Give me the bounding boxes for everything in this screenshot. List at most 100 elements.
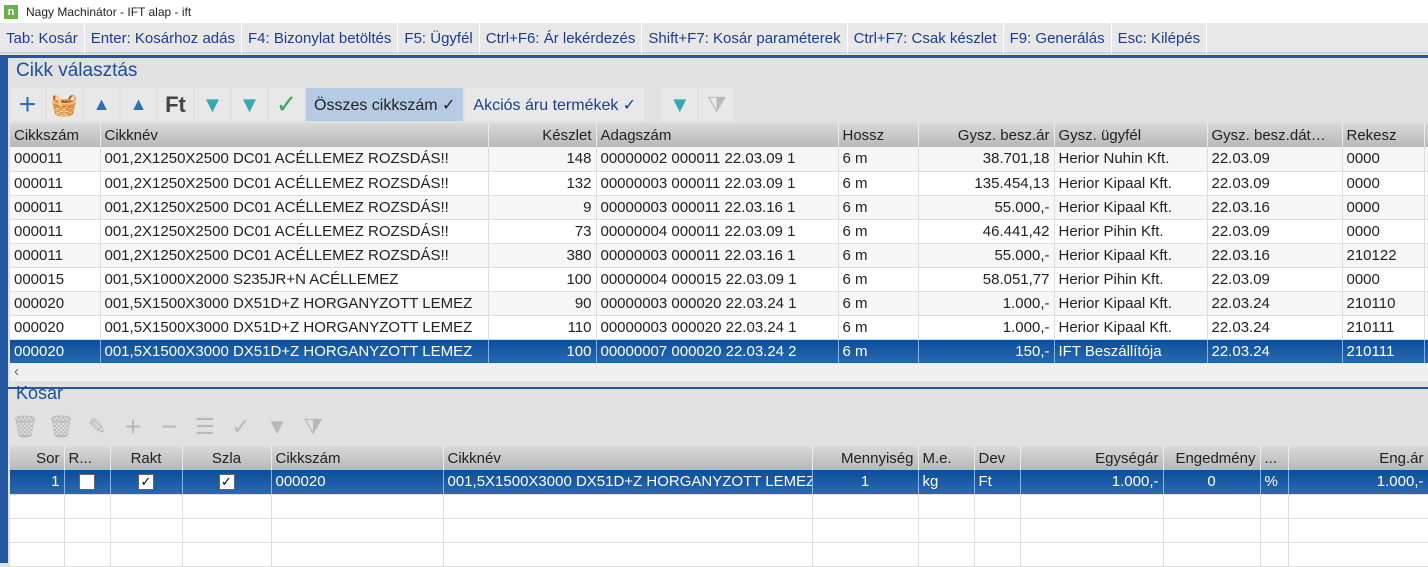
r-checkbox[interactable]	[79, 474, 95, 491]
table-cell: 000020	[10, 291, 101, 316]
table-cell-extra	[1424, 315, 1428, 340]
column-header[interactable]: Dev	[974, 446, 1021, 470]
shortcut-button[interactable]: F5: Ügyfél	[398, 23, 480, 53]
check-icon[interactable]: ✓	[226, 410, 256, 443]
column-filter-icon[interactable]: ▼	[662, 88, 698, 121]
table-cell: 90	[488, 291, 597, 316]
edit-icon[interactable]: ✎	[82, 410, 112, 443]
delete-icon[interactable]: 🗑	[10, 410, 40, 443]
column-header[interactable]: Gysz. besz.dát…	[1207, 123, 1343, 147]
shortcut-button[interactable]: Esc: Kilépés	[1112, 23, 1208, 53]
table-cell: 6 m	[838, 267, 919, 292]
empty-row	[10, 518, 1428, 543]
table-cell: 100	[488, 339, 597, 364]
cikk-toolbar: + 🧺 ▲ ▲ Ft ▼ ▼ ✓ Összes cikkszám ✓ Akció…	[10, 88, 735, 121]
table-row[interactable]: 000015 001,5X1000X2000 S235JR+N ACÉLLEMEZ…	[10, 267, 1428, 292]
table-cell	[271, 494, 444, 519]
column-header[interactable]: Cikknév	[443, 446, 813, 470]
basket-icon[interactable]: 🧺	[47, 88, 82, 121]
table-row[interactable]: 000011 001,2X1250X2500 DC01 ACÉLLEMEZ ROZ…	[10, 243, 1428, 268]
clear-filter-icon[interactable]: ⧩	[298, 410, 328, 443]
column-header[interactable]: Cikkszám	[10, 123, 101, 147]
kosar-section-title: Kosar	[16, 383, 64, 403]
table-cell: 001,5X1500X3000 DX51D+Z HORGANYZOTT LEME…	[443, 470, 813, 495]
table-cell: 00000004 000011 22.03.09 1	[596, 219, 839, 244]
table-cell	[1288, 542, 1428, 567]
column-header[interactable]: Szla	[182, 446, 272, 470]
table-cell	[182, 542, 272, 567]
rakt-checkbox[interactable]: ✓	[138, 474, 154, 491]
add-icon[interactable]: +	[10, 88, 45, 121]
szla-checkbox[interactable]: ✓	[218, 474, 235, 491]
table-cell	[10, 518, 65, 543]
table-cell	[1020, 494, 1164, 519]
horizontal-scrollbar[interactable]: ‹	[10, 363, 1428, 381]
check-icon[interactable]: ✓	[269, 88, 304, 121]
column-header[interactable]: Rekesz	[1342, 123, 1425, 147]
table-cell: 0000	[1342, 267, 1425, 292]
shortcut-button[interactable]: F4: Bizonylat betöltés	[242, 23, 399, 53]
table-row[interactable]: 000011 001,2X1250X2500 DC01 ACÉLLEMEZ ROZ…	[10, 147, 1428, 172]
table-cell: 148	[488, 147, 597, 172]
table-row[interactable]: 000020 001,5X1500X3000 DX51D+Z HORGANYZOT…	[10, 339, 1428, 364]
list-icon[interactable]: ☰	[190, 410, 220, 443]
scroll-left-icon[interactable]: ‹	[10, 363, 19, 380]
table-cell: 0000	[1342, 195, 1425, 220]
column-header[interactable]: Adagszám	[596, 123, 839, 147]
column-header[interactable]: ...	[1260, 446, 1289, 470]
table-cell-extra	[1424, 339, 1428, 364]
table-cell: 6 m	[838, 219, 919, 244]
table-cell: 000020	[10, 339, 101, 364]
column-header[interactable]: Sor	[10, 446, 65, 470]
table-row[interactable]: 000011 001,2X1250X2500 DC01 ACÉLLEMEZ ROZ…	[10, 171, 1428, 196]
table-row[interactable]: 000020 001,5X1500X3000 DX51D+Z HORGANYZOT…	[10, 291, 1428, 316]
divider	[8, 387, 1428, 389]
table-cell: 55.000,-	[918, 195, 1055, 220]
shortcut-button[interactable]: Enter: Kosárhoz adás	[85, 23, 242, 53]
column-header[interactable]: Mennyiség	[812, 446, 919, 470]
column-header[interactable]: Cikknév	[100, 123, 489, 147]
shortcut-button[interactable]: Tab: Kosár	[0, 23, 85, 53]
column-header[interactable]: Eng.ár	[1288, 446, 1428, 470]
column-filter-icon[interactable]: ▼	[262, 410, 292, 443]
promo-items-toggle[interactable]: Akciós áru termékek ✓	[465, 88, 645, 121]
all-items-toggle[interactable]: Összes cikkszám ✓	[306, 88, 464, 121]
delete-all-icon[interactable]: 🗑	[46, 410, 76, 443]
column-header[interactable]: Hossz	[838, 123, 919, 147]
shortcut-button[interactable]: Ctrl+F7: Csak készlet	[848, 23, 1004, 53]
table-cell: 1.000,-	[918, 315, 1055, 340]
table-cell	[64, 494, 111, 519]
table-cell: 1.000,-	[918, 291, 1055, 316]
table-cell: %	[1260, 470, 1289, 495]
table-row[interactable]: 000020 001,5X1500X3000 DX51D+Z HORGANYZOT…	[10, 315, 1428, 340]
shortcut-button[interactable]: Ctrl+F6: Ár lekérdezés	[480, 23, 643, 53]
shortcut-button[interactable]: F9: Generálás	[1004, 23, 1112, 53]
column-header[interactable]: Egységár	[1020, 446, 1164, 470]
column-header[interactable]: R...	[64, 446, 111, 470]
table-row[interactable]: 000011 001,2X1250X2500 DC01 ACÉLLEMEZ ROZ…	[10, 195, 1428, 220]
table-cell: 000011	[10, 219, 101, 244]
column-header[interactable]: Gysz. ügyfél	[1054, 123, 1208, 147]
column-header[interactable]: Engedmény	[1163, 446, 1261, 470]
title-bar: n Nagy Machinátor - IFT alap - ift	[0, 0, 1428, 23]
table-row[interactable]: 000011 001,2X1250X2500 DC01 ACÉLLEMEZ ROZ…	[10, 219, 1428, 244]
column-header[interactable]: Készlet	[488, 123, 597, 147]
table-cell: 00000003 000011 22.03.16 1	[596, 243, 839, 268]
filter-columns-icon[interactable]: ▼	[232, 88, 267, 121]
move-top-icon[interactable]: ▲	[121, 88, 156, 121]
move-up-icon[interactable]: ▲	[84, 88, 119, 121]
clear-filter-icon[interactable]: ⧩	[699, 88, 735, 121]
table-cell	[1260, 542, 1289, 567]
shortcut-button[interactable]: Shift+F7: Kosár paraméterek	[642, 23, 848, 53]
minus-icon[interactable]: −	[154, 410, 184, 443]
column-header[interactable]: Cikkszám	[271, 446, 444, 470]
basket-row[interactable]: 1 ✓ ✓ 000020 001,5X1500X3000 DX51D+Z HORGANY…	[10, 470, 1428, 495]
column-header[interactable]: Gysz. besz.ár	[918, 123, 1055, 147]
table-cell: 0000	[1342, 147, 1425, 172]
plus-icon[interactable]: +	[118, 410, 148, 443]
column-header[interactable]: Rakt	[110, 446, 183, 470]
column-header[interactable]: M.e.	[918, 446, 975, 470]
table-cell	[1288, 494, 1428, 519]
filter-icon[interactable]: ▼	[195, 88, 230, 121]
price-button[interactable]: Ft	[158, 88, 193, 121]
